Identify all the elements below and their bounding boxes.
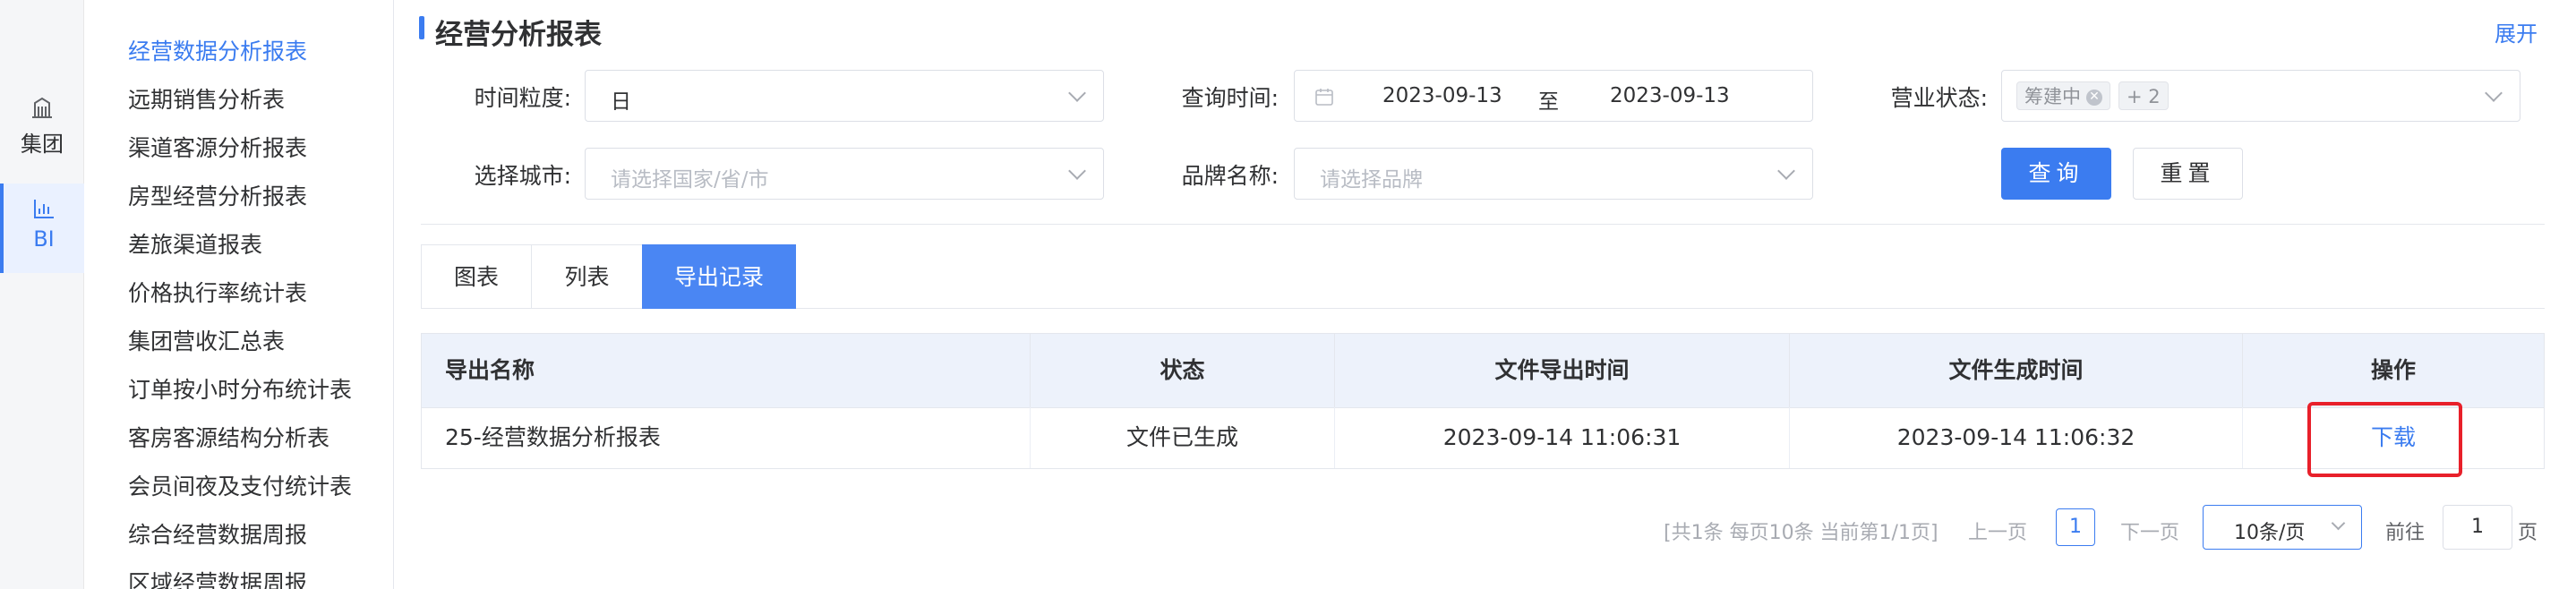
end-date[interactable]: 2023-09-13: [1610, 84, 1730, 107]
granularity-select[interactable]: 日: [585, 70, 1104, 122]
cell-export-name: 25-经营数据分析报表: [422, 407, 1031, 468]
export-records-table: 导出名称 状态 文件导出时间 文件生成时间 操作 25-经营数据分析报表 文件已…: [421, 333, 2545, 469]
page-title: 经营分析报表: [435, 19, 602, 51]
goto-page-input[interactable]: 1: [2443, 505, 2512, 550]
status-tag: 筹建中 ✕: [2016, 81, 2110, 110]
chevron-down-icon: [2485, 84, 2503, 102]
chevron-down-icon: [1777, 162, 1795, 180]
brand-select[interactable]: 请选择品牌: [1294, 148, 1813, 200]
column-header-generate-time: 文件生成时间: [1790, 334, 2243, 407]
chevron-down-icon: [2331, 516, 2346, 531]
chevron-down-icon: [1068, 162, 1086, 180]
date-range-picker[interactable]: 2023-09-13 至 2023-09-13: [1294, 70, 1813, 122]
more-tags-count: + 2: [2118, 81, 2169, 110]
bar-chart-icon: [34, 200, 54, 218]
rail-item-label: 集团: [21, 132, 64, 157]
sidebar-menu: 经营数据分析报表 远期销售分析表 渠道客源分析报表 房型经营分析报表 差旅渠道报…: [84, 0, 394, 589]
expand-link[interactable]: 展开: [2495, 16, 2537, 47]
range-separator: 至: [1538, 90, 1559, 114]
cell-generate-time: 2023-09-14 11:06:32: [1790, 407, 2243, 468]
pagination-summary: [共1条 每页10条 当前第1/1页]: [1664, 522, 1938, 544]
tag-close-icon[interactable]: ✕: [2086, 90, 2102, 106]
page-size-value: 10条/页: [2234, 522, 2306, 544]
divider: [421, 224, 2545, 225]
sidebar-item-travel-channel[interactable]: 差旅渠道报表: [128, 227, 262, 260]
granularity-value: 日: [611, 90, 631, 114]
sidebar-item-weekly-summary[interactable]: 综合经营数据周报: [128, 517, 307, 550]
next-page-button[interactable]: 下一页: [2120, 516, 2179, 545]
rail-item-bi[interactable]: BI: [0, 184, 84, 273]
sidebar-item-member-nights[interactable]: 会员间夜及支付统计表: [128, 469, 352, 501]
city-placeholder: 请选择国家/省/市: [611, 168, 769, 192]
column-header-action: 操作: [2370, 357, 2416, 383]
sidebar-item-hourly-orders[interactable]: 订单按小时分布统计表: [128, 372, 352, 405]
tab-export-records[interactable]: 导出记录: [642, 244, 796, 309]
tab-chart[interactable]: 图表: [421, 244, 532, 309]
title-accent-bar: [419, 16, 424, 39]
sidebar-item-regional-weekly[interactable]: 区域经营数据周报: [128, 566, 307, 589]
rail-item-label: BI: [33, 226, 55, 252]
sidebar-item-operating-data-report[interactable]: 经营数据分析报表: [128, 34, 307, 66]
business-status-select[interactable]: 筹建中 ✕ + 2: [2001, 70, 2520, 122]
calendar-icon: [1315, 89, 1333, 106]
query-time-label: 查询时间:: [1181, 85, 1279, 111]
prev-page-button[interactable]: 上一页: [1968, 516, 2027, 545]
page-size-select[interactable]: 10条/页: [2203, 505, 2362, 550]
granularity-label: 时间粒度:: [474, 85, 571, 111]
query-button[interactable]: 查询: [2001, 148, 2111, 200]
status-tag-label: 筹建中: [2024, 86, 2081, 107]
app-rail: 集团 BI: [0, 0, 84, 589]
cell-export-time: 2023-09-14 11:06:31: [1335, 407, 1790, 468]
sidebar-item-room-type[interactable]: 房型经营分析报表: [128, 179, 307, 211]
reset-button[interactable]: 重置: [2133, 148, 2243, 200]
start-date[interactable]: 2023-09-13: [1382, 84, 1502, 107]
column-header-status: 状态: [1031, 334, 1335, 407]
brand-label: 品牌名称:: [1181, 163, 1279, 189]
table-header: 导出名称 状态 文件导出时间 文件生成时间 操作: [422, 334, 2544, 408]
cell-status: 文件已生成: [1031, 407, 1335, 468]
sidebar-item-channel-source[interactable]: 渠道客源分析报表: [128, 131, 307, 163]
tab-list[interactable]: 列表: [531, 244, 643, 309]
goto-label: 前往: [2385, 522, 2426, 544]
page-number-current[interactable]: 1: [2056, 508, 2095, 546]
column-header-name: 导出名称: [422, 334, 1031, 407]
goto-suffix: 页: [2518, 522, 2538, 544]
city-label: 选择城市:: [474, 163, 571, 189]
column-header-export-time: 文件导出时间: [1335, 334, 1790, 407]
city-select[interactable]: 请选择国家/省/市: [585, 148, 1104, 200]
chevron-down-icon: [1068, 84, 1086, 102]
sidebar-item-forward-sales[interactable]: 远期销售分析表: [128, 82, 285, 115]
sidebar-item-price-execution[interactable]: 价格执行率统计表: [128, 276, 307, 308]
building-icon: [32, 97, 52, 118]
rail-item-group[interactable]: 集团: [0, 94, 84, 184]
sidebar-item-group-revenue[interactable]: 集团营收汇总表: [128, 324, 285, 356]
tabs-baseline: [796, 308, 2545, 309]
sidebar-item-room-source-structure[interactable]: 客房客源结构分析表: [128, 421, 329, 453]
business-status-label: 营业状态:: [1890, 85, 1988, 111]
brand-placeholder: 请选择品牌: [1320, 168, 1423, 192]
download-highlight-box: [2307, 402, 2462, 477]
